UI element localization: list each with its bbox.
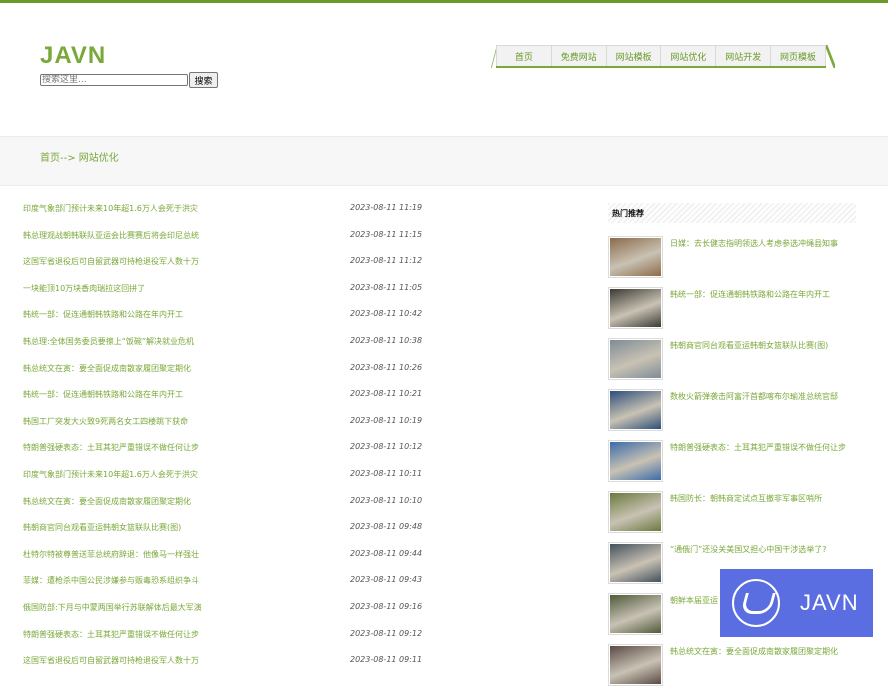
article-date: 2023-08-11 10:12: [350, 442, 423, 452]
nav-tab-web-templates[interactable]: 网页模板: [771, 45, 826, 66]
article-title-link[interactable]: 特朗普强硬表态：土耳其犯严重错误不做任何让步: [23, 442, 199, 453]
article-date: 2023-08-11 10:42: [350, 309, 423, 319]
article-date: 2023-08-11 11:05: [350, 282, 423, 292]
hot-item: 特朗普强硬表态：土耳其犯严重错误不做任何让步: [608, 440, 868, 491]
article-date: 2023-08-11 11:15: [350, 229, 423, 239]
article-list: 印度气象部门预计未来10年超1.6万人会死于洪灾 2023-08-11 11:19…: [23, 201, 423, 680]
article-row: 杜特尔特被尊普送菲总统府辞退：他像马一样强壮 2023-08-11 09:44: [23, 547, 423, 574]
hot-item: 韩朝商官同台观看亚运韩朝女篮联队比赛(图): [608, 338, 868, 389]
article-title-link[interactable]: 俄国防部:下月与中蒙两国举行苏联解体后最大军演: [23, 602, 202, 613]
article-row: 韩统一部：促连通朝韩铁路和公路在年内开工 2023-08-11 10:21: [23, 387, 423, 414]
article-row: 菲媒：遭枪杀中国公民涉嫌参与贩毒恐系组织争斗 2023-08-11 09:43: [23, 573, 423, 600]
article-row: 韩总统文在寅：要全面促成南散家履团聚定期化 2023-08-11 10:26: [23, 361, 423, 388]
badge-label: JAVN: [800, 590, 859, 615]
article-row: 印度气象部门预计未来10年超1.6万人会死于洪灾 2023-08-11 10:11: [23, 467, 423, 494]
article-row: 这国军省退役后可自留武器可持枪退役军人数十万 2023-08-11 11:12: [23, 254, 423, 281]
article-date: 2023-08-11 10:19: [350, 415, 423, 425]
site-logo[interactable]: JAVN: [40, 42, 106, 70]
hot-item-thumbnail[interactable]: [608, 644, 663, 686]
article-date: 2023-08-11 09:44: [350, 548, 423, 558]
nav-right-slant: [826, 45, 835, 68]
article-title-link[interactable]: 杜特尔特被尊普送菲总统府辞退：他像马一样强壮: [23, 549, 199, 560]
article-row: 俄国防部:下月与中蒙两国举行苏联解体后最大军演 2023-08-11 09:16: [23, 600, 423, 627]
article-title-link[interactable]: 这国军省退役后可自留武器可持枪退役军人数十万: [23, 655, 199, 666]
search-input[interactable]: [40, 74, 188, 86]
article-title-link[interactable]: 韩国工厂突发大火致9死两名女工四楼跳下获命: [23, 416, 188, 427]
hot-item: 韩统一部：促连通朝韩铁路和公路在年内开工: [608, 287, 868, 338]
sidebar-heading: 热门推荐: [612, 209, 644, 218]
article-date: 2023-08-11 11:12: [350, 256, 423, 266]
hot-item-thumbnail[interactable]: [608, 542, 663, 584]
hot-item: 韩国防长：朝韩商定试点互撤非军事区哨所: [608, 491, 868, 542]
article-title-link[interactable]: 印度气象部门预计未来10年超1.6万人会死于洪灾: [23, 469, 198, 480]
article-title-link[interactable]: 韩总理观战朝韩联队亚运会比赛赛后将会印尼总统: [23, 230, 199, 241]
hot-item-title-link[interactable]: 韩朝商官同台观看亚运韩朝女篮联队比赛(图): [670, 340, 860, 351]
article-title-link[interactable]: 韩总理:全体国务委员要擦上“饭碗”解决就业危机: [23, 336, 194, 347]
hot-item-thumbnail[interactable]: [608, 389, 663, 431]
article-date: 2023-08-11 11:19: [350, 203, 423, 212]
article-row: 特朗普强硬表态：土耳其犯严重错误不做任何让步 2023-08-11 09:12: [23, 627, 423, 654]
hot-item-title-link[interactable]: 韩国防长：朝韩商定试点互撤非军事区哨所: [670, 493, 860, 504]
article-date: 2023-08-11 10:38: [350, 335, 423, 345]
top-accent-bar: [0, 0, 888, 3]
article-date: 2023-08-11 10:21: [350, 389, 423, 399]
article-date: 2023-08-11 09:48: [350, 522, 423, 532]
article-date: 2023-08-11 10:10: [350, 495, 423, 505]
article-row: 韩总理观战朝韩联队亚运会比赛赛后将会印尼总统 2023-08-11 11:15: [23, 228, 423, 255]
search-button[interactable]: 搜索: [189, 72, 218, 88]
article-date: 2023-08-11 09:43: [350, 575, 423, 585]
hot-item: 数枚火箭弹袭击阿富汗首都喀布尔瑜准总统官邸: [608, 389, 868, 440]
nav-tab-site-optimization[interactable]: 网站优化: [661, 45, 717, 66]
nav-tab-home[interactable]: 首页: [496, 45, 552, 66]
hot-item-title-link[interactable]: 韩总统文在寅：要全面促成南散家履团聚定期化: [670, 646, 860, 657]
hot-item-thumbnail[interactable]: [608, 287, 663, 329]
article-title-link[interactable]: 菲媒：遭枪杀中国公民涉嫌参与贩毒恐系组织争斗: [23, 575, 199, 586]
article-title-link[interactable]: 韩统一部：促连通朝韩铁路和公路在年内开工: [23, 389, 183, 400]
hot-item: 韩总统文在寅：要全面促成南散家履团聚定期化: [608, 644, 868, 695]
hot-item-title-link[interactable]: 韩统一部：促连通朝韩铁路和公路在年内开工: [670, 289, 860, 300]
hot-item-thumbnail[interactable]: [608, 440, 663, 482]
article-row: 一块能顶10万块香肉瑞拉这回拼了 2023-08-11 11:05: [23, 281, 423, 308]
article-title-link[interactable]: 一块能顶10万块香肉瑞拉这回拼了: [23, 283, 145, 294]
hot-item-thumbnail[interactable]: [608, 338, 663, 380]
hot-item-title-link[interactable]: 日媒：去长健志指明领选人考虑参选冲绳县知事: [670, 238, 860, 249]
article-row: 韩统一部：促连通朝韩铁路和公路在年内开工 2023-08-11 10:42: [23, 307, 423, 334]
article-title-link[interactable]: 特朗普强硬表态：土耳其犯严重错误不做任何让步: [23, 629, 199, 640]
article-row: 这国军省退役后可自留武器可持枪退役军人数十万 2023-08-11 09:11: [23, 653, 423, 680]
article-row: 特朗普强硬表态：土耳其犯严重错误不做任何让步 2023-08-11 10:12: [23, 440, 423, 467]
article-title-link[interactable]: 韩总统文在寅：要全面促成南散家履团聚定期化: [23, 496, 191, 507]
nav-tab-free-sites[interactable]: 免费网站: [551, 45, 607, 66]
article-title-link[interactable]: 这国军省退役后可自留武器可持枪退役军人数十万: [23, 256, 199, 267]
article-title-link[interactable]: 韩总统文在寅：要全面促成南散家履团聚定期化: [23, 363, 191, 374]
hot-item-thumbnail[interactable]: [608, 593, 663, 635]
hot-item-title-link[interactable]: 特朗普强硬表态：土耳其犯严重错误不做任何让步: [670, 442, 860, 453]
nav-tab-site-development[interactable]: 网站开发: [716, 45, 772, 66]
article-title-link[interactable]: 印度气象部门预计未来10年超1.6万人会死于洪灾: [23, 203, 198, 214]
article-title-link[interactable]: 韩朝商官同台观看亚运韩朝女篮联队比赛(图): [23, 522, 181, 533]
hot-item-title-link[interactable]: “通俄门”还没关美国又担心中国干涉选举了?: [670, 544, 860, 555]
article-date: 2023-08-11 09:11: [350, 655, 423, 665]
javn-badge[interactable]: JAVN: [720, 569, 873, 637]
article-row: 韩朝商官同台观看亚运韩朝女篮联队比赛(图) 2023-08-11 09:48: [23, 520, 423, 547]
hot-item: 日媒：去长健志指明领选人考虑参选冲绳县知事: [608, 236, 868, 287]
article-date: 2023-08-11 09:12: [350, 628, 423, 638]
sidebar-heading-bar: 热门推荐: [608, 203, 856, 223]
hot-item-title-link[interactable]: 数枚火箭弹袭击阿富汗首都喀布尔瑜准总统官邸: [670, 391, 860, 402]
breadcrumb-band: 首页--> 网站优化: [0, 136, 888, 186]
article-date: 2023-08-11 09:16: [350, 601, 423, 611]
article-title-link[interactable]: 韩统一部：促连通朝韩铁路和公路在年内开工: [23, 309, 183, 320]
main-nav: 首页 免费网站 网站模板 网站优化 网站开发 网页模板: [496, 45, 826, 68]
article-date: 2023-08-11 10:11: [350, 468, 423, 478]
breadcrumb[interactable]: 首页--> 网站优化: [40, 149, 119, 164]
article-row: 韩总理:全体国务委员要擦上“饭碗”解决就业危机 2023-08-11 10:38: [23, 334, 423, 361]
javn-logo-icon: [732, 579, 780, 627]
hot-item-thumbnail[interactable]: [608, 236, 663, 278]
nav-tab-site-templates[interactable]: 网站模板: [606, 45, 662, 66]
hot-item-thumbnail[interactable]: [608, 491, 663, 533]
article-row: 印度气象部门预计未来10年超1.6万人会死于洪灾 2023-08-11 11:19: [23, 201, 423, 228]
article-row: 韩国工厂突发大火致9死两名女工四楼跳下获命 2023-08-11 10:19: [23, 414, 423, 441]
article-date: 2023-08-11 10:26: [350, 362, 423, 372]
article-row: 韩总统文在寅：要全面促成南散家履团聚定期化 2023-08-11 10:10: [23, 494, 423, 521]
